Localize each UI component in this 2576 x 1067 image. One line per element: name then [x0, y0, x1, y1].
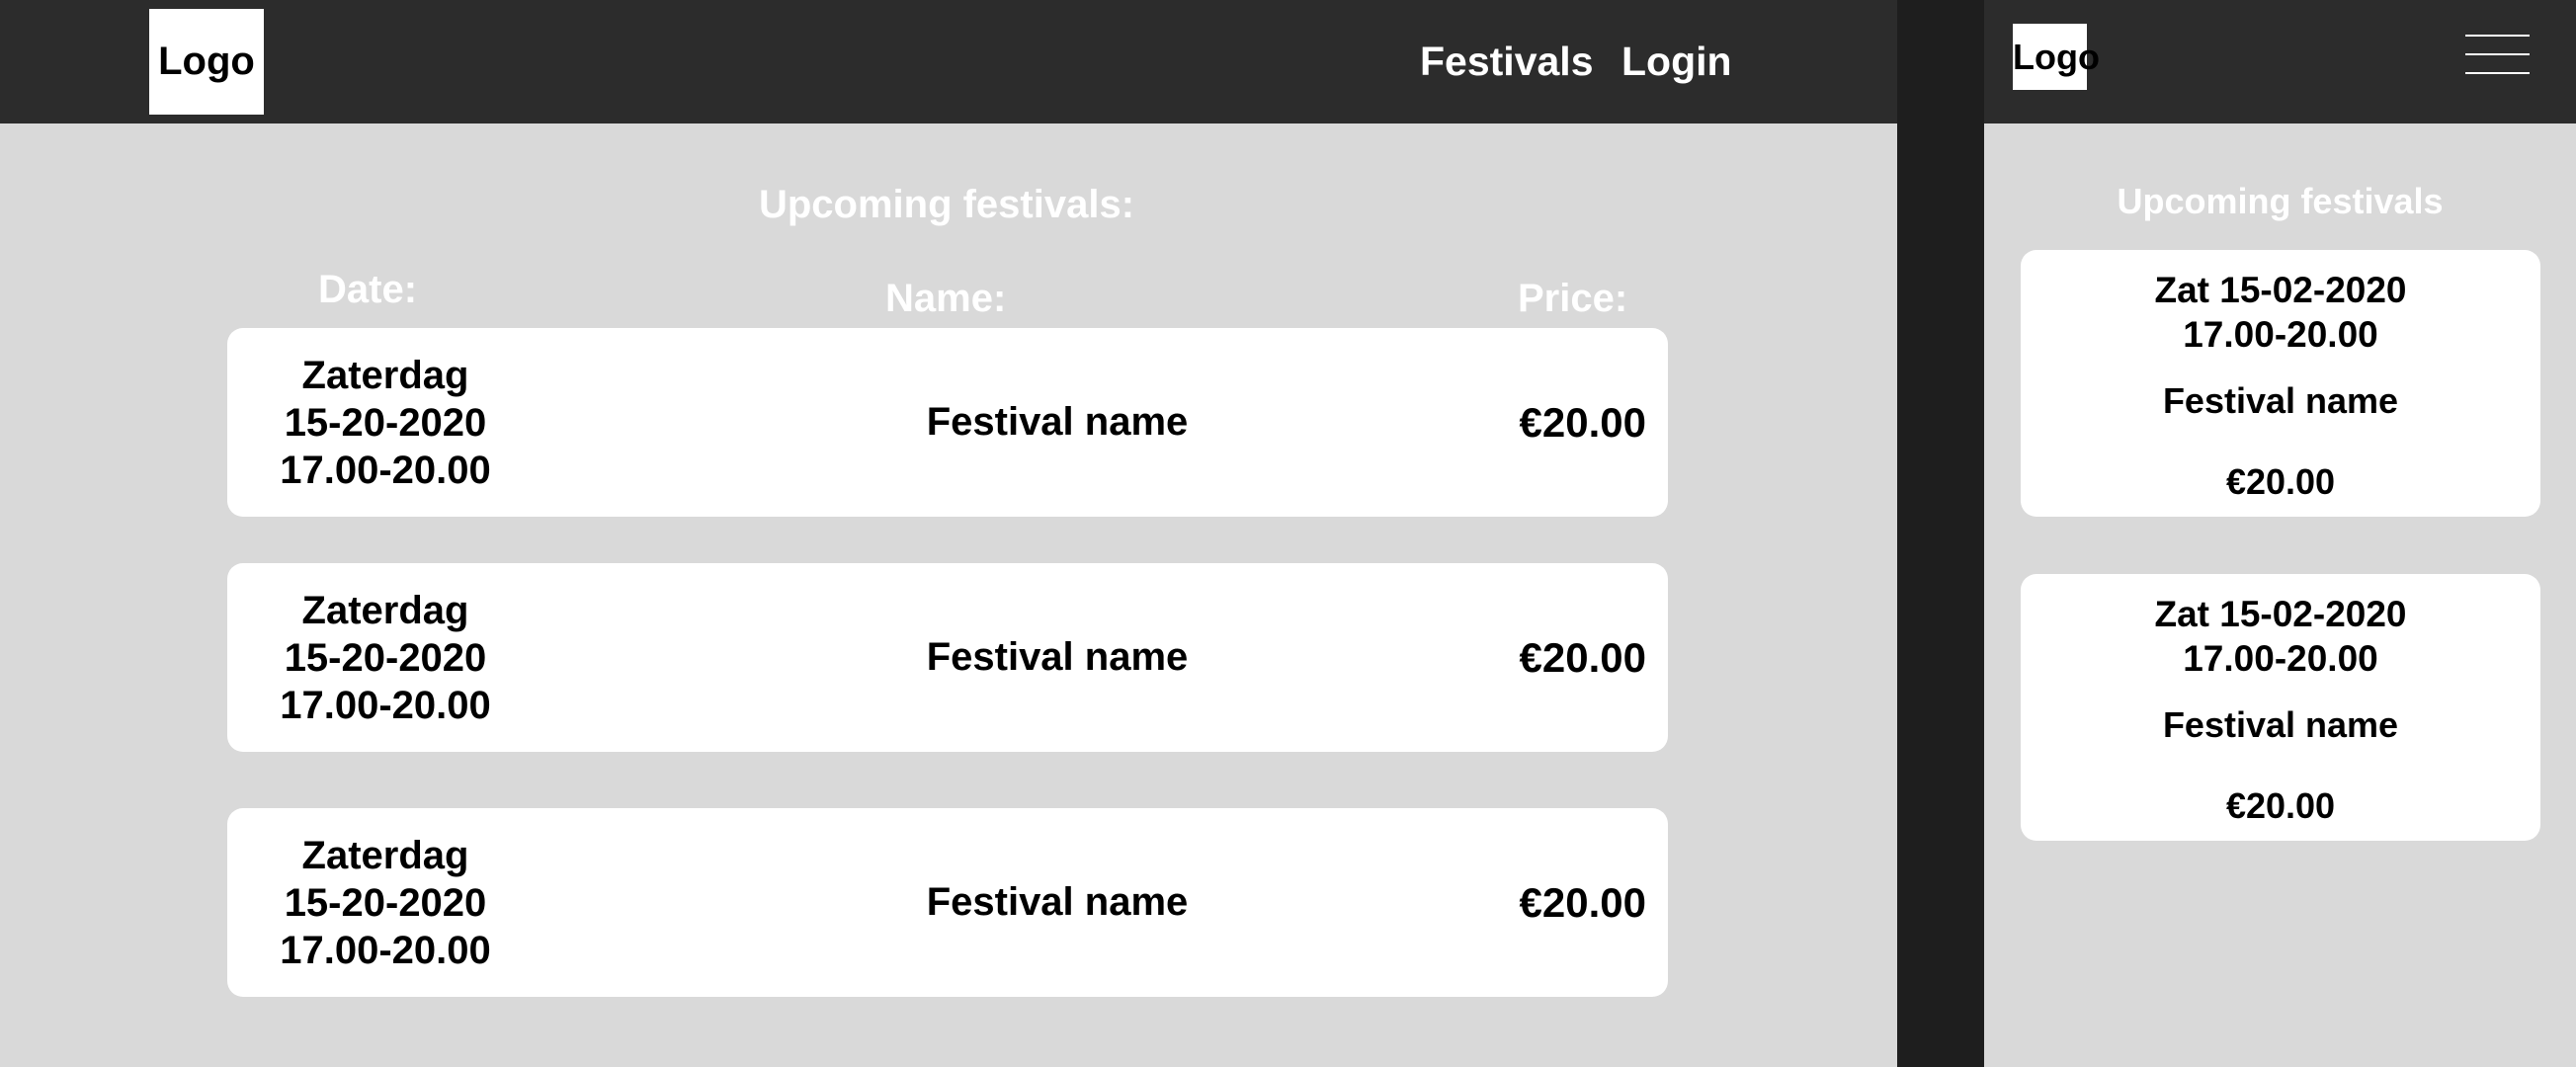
- festival-date-value: 15-20-2020: [284, 401, 487, 445]
- festival-card[interactable]: Zat 15-02-2020 17.00-20.00 Festival name…: [2021, 250, 2540, 517]
- festival-price: €20.00: [1519, 633, 1646, 681]
- festival-date-value: Zat 15-02-2020: [2154, 270, 2407, 310]
- logo[interactable]: Logo: [149, 9, 264, 115]
- festival-date-value: 15-20-2020: [284, 636, 487, 680]
- festival-card[interactable]: Zat 15-02-2020 17.00-20.00 Festival name…: [2021, 574, 2540, 841]
- desktop-frame: Logo Festivals Login Upcoming festivals:…: [0, 0, 1897, 1067]
- nav-link-festivals[interactable]: Festivals: [1420, 36, 1594, 87]
- festival-name: Festival name: [2162, 380, 2399, 421]
- festival-price: €20.00: [2225, 461, 2336, 502]
- festival-time: 17.00-20.00: [2183, 638, 2378, 679]
- festival-day: Zaterdag: [301, 834, 469, 877]
- festival-name: Festival name: [926, 635, 1189, 679]
- festival-price: €20.00: [2225, 785, 2336, 826]
- column-header-price: Price:: [1518, 277, 1628, 320]
- hamburger-line: [2465, 72, 2530, 74]
- mobile-frame: Logo Upcoming festivals Zat 15-02-2020 1…: [1984, 0, 2576, 1067]
- nav-link-login[interactable]: Login: [1621, 36, 1732, 87]
- festival-name: Festival name: [926, 400, 1189, 444]
- festival-date: Zaterdag 15-20-2020 17.00-20.00: [227, 587, 543, 729]
- festival-time: 17.00-20.00: [280, 684, 491, 727]
- festival-day: Zaterdag: [301, 354, 469, 397]
- festival-date: Zat 15-02-2020 17.00-20.00: [2021, 592, 2540, 681]
- festival-row[interactable]: Zaterdag 15-20-2020 17.00-20.00 Festival…: [227, 328, 1668, 517]
- festival-price: €20.00: [1519, 878, 1646, 926]
- festival-name: Festival name: [926, 880, 1189, 924]
- festival-time: 17.00-20.00: [280, 449, 491, 492]
- festival-row[interactable]: Zaterdag 15-20-2020 17.00-20.00 Festival…: [227, 563, 1668, 752]
- mobile-logo[interactable]: Logo: [2013, 24, 2100, 90]
- mobile-page-title: Upcoming festivals: [2117, 181, 2444, 221]
- page-title: Upcoming festivals:: [758, 183, 1135, 226]
- festival-date: Zat 15-02-2020 17.00-20.00: [2021, 268, 2540, 357]
- hamburger-line: [2465, 53, 2530, 55]
- festival-date-value: Zat 15-02-2020: [2154, 594, 2407, 634]
- festival-time: 17.00-20.00: [2183, 314, 2378, 355]
- column-header-date: Date:: [318, 268, 418, 311]
- festival-date: Zaterdag 15-20-2020 17.00-20.00: [227, 832, 543, 974]
- festival-row[interactable]: Zaterdag 15-20-2020 17.00-20.00 Festival…: [227, 808, 1668, 997]
- festival-name: Festival name: [2162, 704, 2399, 745]
- navbar: Logo Festivals Login: [0, 0, 1897, 123]
- festival-day: Zaterdag: [301, 589, 469, 632]
- hamburger-menu-icon[interactable]: [2465, 35, 2530, 74]
- festival-date-value: 15-20-2020: [284, 881, 487, 925]
- hamburger-line: [2465, 35, 2530, 37]
- column-header-name: Name:: [885, 277, 1007, 320]
- festival-date: Zaterdag 15-20-2020 17.00-20.00: [227, 352, 543, 494]
- festival-time: 17.00-20.00: [280, 929, 491, 972]
- festival-price: €20.00: [1519, 398, 1646, 446]
